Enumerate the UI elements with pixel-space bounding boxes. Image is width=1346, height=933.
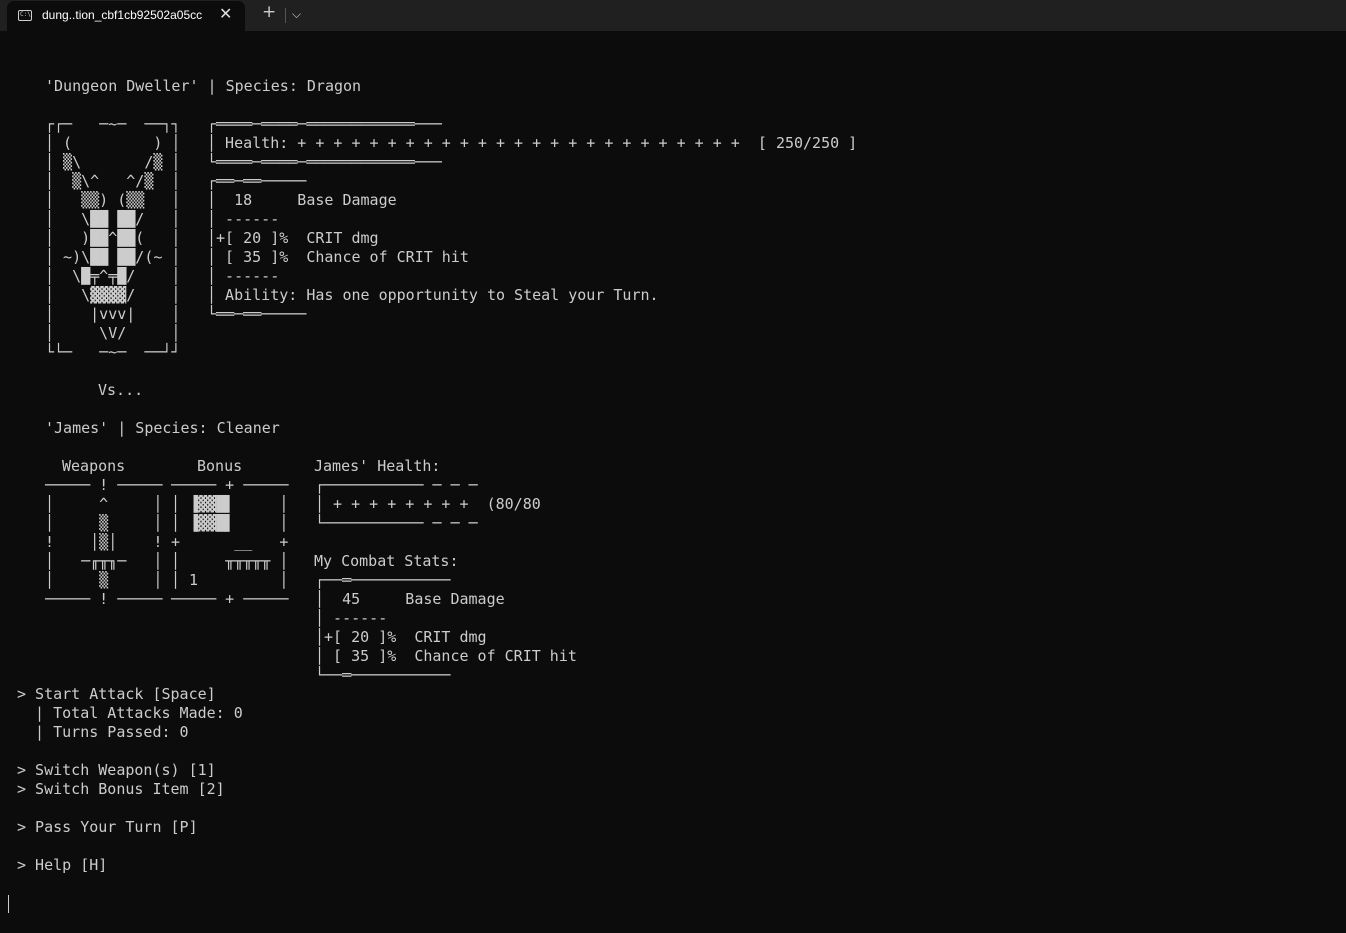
new-tab-button[interactable]: + bbox=[262, 2, 276, 22]
enemy-stats-box: ┌══─══───── │ 18 Base Damage │ ------ │+… bbox=[207, 172, 659, 323]
help-option: > Help [H] bbox=[17, 856, 108, 874]
enemy-health-box: ┌════─════─════════════─── │ Health: + +… bbox=[207, 115, 858, 171]
tab-dropdown-icon[interactable]: ⌵ bbox=[292, 7, 301, 22]
total-attacks-line: | Total Attacks Made: 0 bbox=[17, 704, 243, 722]
enemy-header: 'Dungeon Dweller' | Species: Dragon bbox=[45, 77, 362, 95]
bonus-art: ───── + ───── │ ▐▓▓█▌ │ │ ▐▓▓█▌ │ + __ +… bbox=[171, 476, 289, 608]
combat-stats-label: My Combat Stats: bbox=[314, 552, 459, 570]
pass-turn-option: > Pass Your Turn [P] bbox=[17, 818, 198, 836]
player-health-label: James' Health: bbox=[314, 457, 441, 475]
player-stats-box: ┌──═─────────── │ 45 Base Damage │ -----… bbox=[315, 571, 577, 684]
bonus-label: Bonus bbox=[197, 457, 243, 475]
dragon-art: ┌┌─ ─~─ ──┐┐ │ ( ) │ │ ▒\ /▒ │ │ ▒\^ ^/▒… bbox=[45, 115, 181, 361]
tab-title: dung..tion_cbf1cb92502a05cc bbox=[42, 8, 203, 22]
start-attack-option: > Start Attack [Space] bbox=[17, 685, 216, 703]
weapons-label: Weapons bbox=[62, 457, 126, 475]
switch-bonus-option: > Switch Bonus Item [2] bbox=[17, 780, 225, 798]
close-tab-icon[interactable]: ✕ bbox=[219, 4, 232, 23]
terminal-icon: C:\ bbox=[18, 10, 32, 21]
text-cursor bbox=[8, 895, 9, 913]
terminal-tab[interactable]: C:\ dung..tion_cbf1cb92502a05cc ✕ bbox=[7, 1, 245, 31]
tab-divider bbox=[285, 8, 286, 23]
vs-text: Vs... bbox=[98, 381, 144, 399]
terminal-output[interactable]: 'Dungeon Dweller' | Species: Dragon ┌┌─ … bbox=[0, 31, 1346, 933]
turns-passed-line: | Turns Passed: 0 bbox=[17, 723, 189, 741]
player-health-box: ┌─────────── ─ ─ ─ │ + + + + + + + + (80… bbox=[315, 476, 541, 532]
player-header: 'James' | Species: Cleaner bbox=[45, 419, 280, 437]
switch-weapon-option: > Switch Weapon(s) [1] bbox=[17, 761, 216, 779]
tab-bar: C:\ dung..tion_cbf1cb92502a05cc ✕ + ⌵ bbox=[0, 0, 1346, 31]
weapons-art: ───── ! ───── │ ^ │ │ ▒ │ ! │▒│ ! │ ─╓╥╖… bbox=[45, 476, 163, 608]
